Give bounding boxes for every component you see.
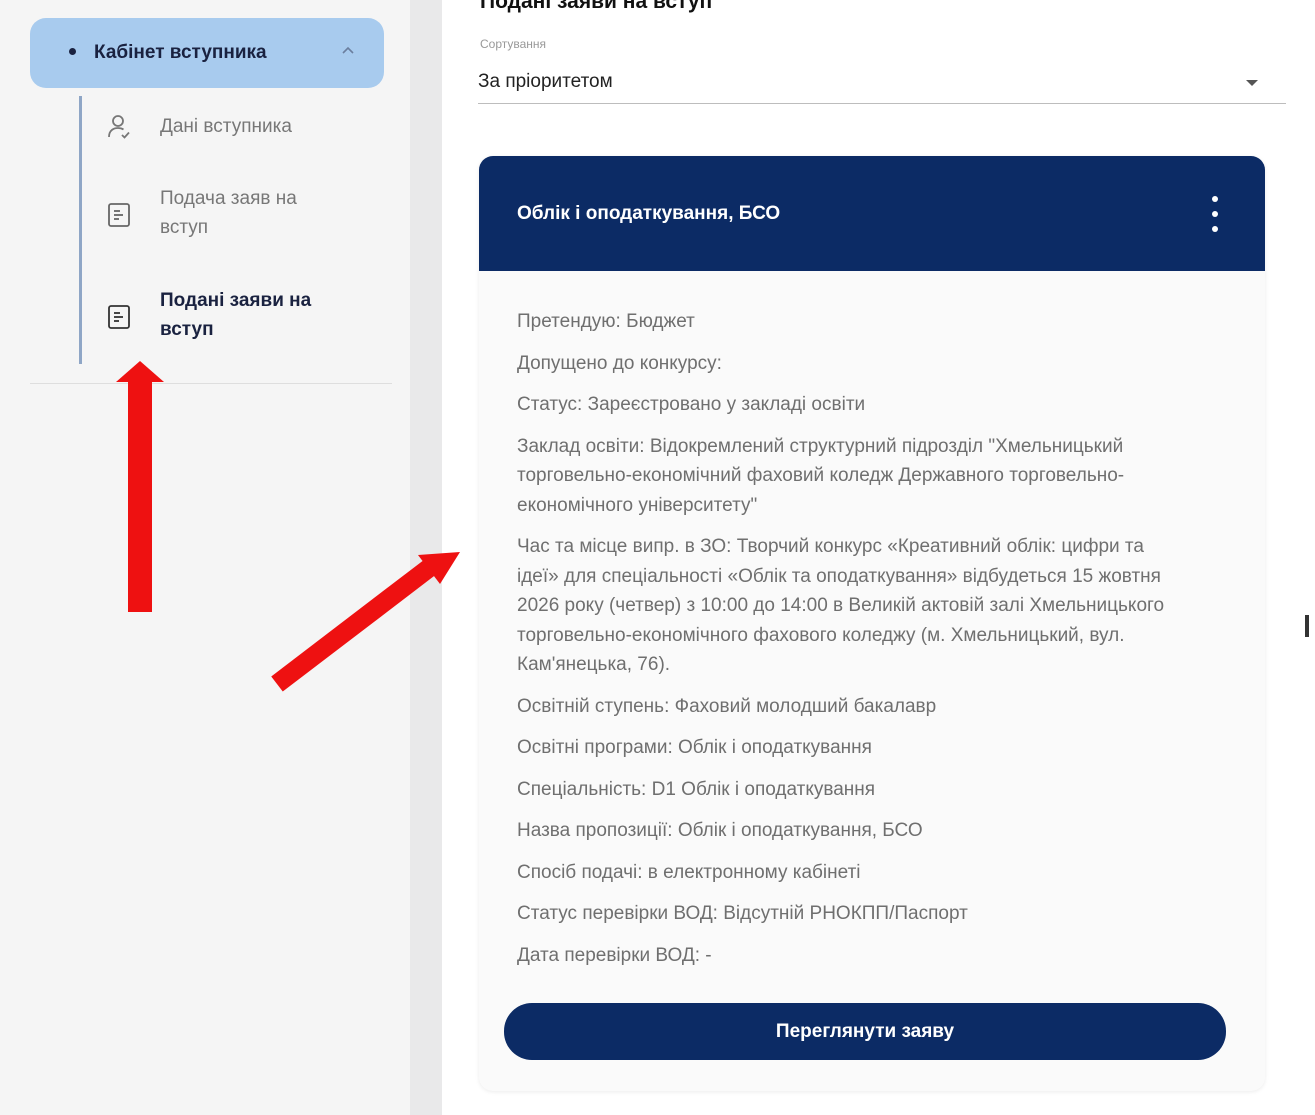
info-line: Освітні програми: Облік і оподаткування xyxy=(517,737,872,758)
chevron-up-icon xyxy=(342,46,354,54)
info-line: Спосіб подачі: в електронному кабінеті xyxy=(517,861,861,883)
view-application-button[interactable]: Переглянути заяву xyxy=(504,1003,1226,1060)
card-body: Претендую: Бюджет Допущено до конкурсу: … xyxy=(479,271,1219,970)
info-line: Статус: Зареєстровано у закладі освіти xyxy=(517,394,866,415)
bullet-icon xyxy=(69,48,76,55)
sidebar-item-label: Подані заяви на вступ xyxy=(160,290,312,340)
cabinet-menu-label: Кабінет вступника xyxy=(94,42,267,63)
sidebar-edge xyxy=(410,0,442,1115)
sidebar-item-submitted-applications[interactable]: Подані заяви на вступ xyxy=(104,286,350,344)
info-line: Спеціальність: D1 Облік і оподаткування xyxy=(517,778,876,800)
sidebar-item-label: Подача заяв на вступ xyxy=(160,188,297,238)
sort-label: Сортування xyxy=(480,37,547,51)
info-line: Заклад освіти: Відокремлений структурний… xyxy=(517,435,1125,516)
document-icon xyxy=(104,200,134,230)
nav-tree-line xyxy=(79,96,82,364)
info-line: Назва пропозиції: Облік і оподаткування,… xyxy=(517,820,923,841)
info-line: Допущено до конкурсу: xyxy=(517,352,722,374)
sort-select[interactable]: За пріоритетом xyxy=(478,60,1286,104)
sort-value: За пріоритетом xyxy=(478,70,613,92)
card-header: Облік і оподаткування, БСО xyxy=(479,156,1265,271)
sidebar-item-submit-applications[interactable]: Подача заяв на вступ xyxy=(104,184,350,242)
sidebar-divider xyxy=(30,383,392,384)
application-card: Облік і оподаткування, БСО Претендую: Бю… xyxy=(479,156,1265,1091)
sidebar: Кабінет вступника Дані вступника Подача … xyxy=(0,0,410,1115)
info-line: Претендую: Бюджет xyxy=(517,311,695,332)
info-line: Освітній ступень: Фаховий молодший бакал… xyxy=(517,695,937,717)
document-icon xyxy=(104,302,134,332)
more-options-icon[interactable] xyxy=(1209,196,1221,232)
edge-mark xyxy=(1305,615,1309,637)
cabinet-menu-header[interactable]: Кабінет вступника xyxy=(30,18,384,88)
page-title: Подані заяви на вступ xyxy=(480,0,713,13)
card-title: Облік і оподаткування, БСО xyxy=(517,202,781,224)
info-line: Статус перевірки ВОД: Відсутній РНОКПП/П… xyxy=(517,903,968,924)
caret-down-icon xyxy=(1246,80,1258,86)
sidebar-item-label: Дані вступника xyxy=(160,116,292,137)
info-line: Час та місце випр. в ЗО: Творчий конкурс… xyxy=(517,536,1165,675)
sidebar-item-applicant-data[interactable]: Дані вступника xyxy=(104,112,350,142)
info-line: Дата перевірки ВОД: - xyxy=(517,944,712,966)
person-icon xyxy=(104,112,134,142)
